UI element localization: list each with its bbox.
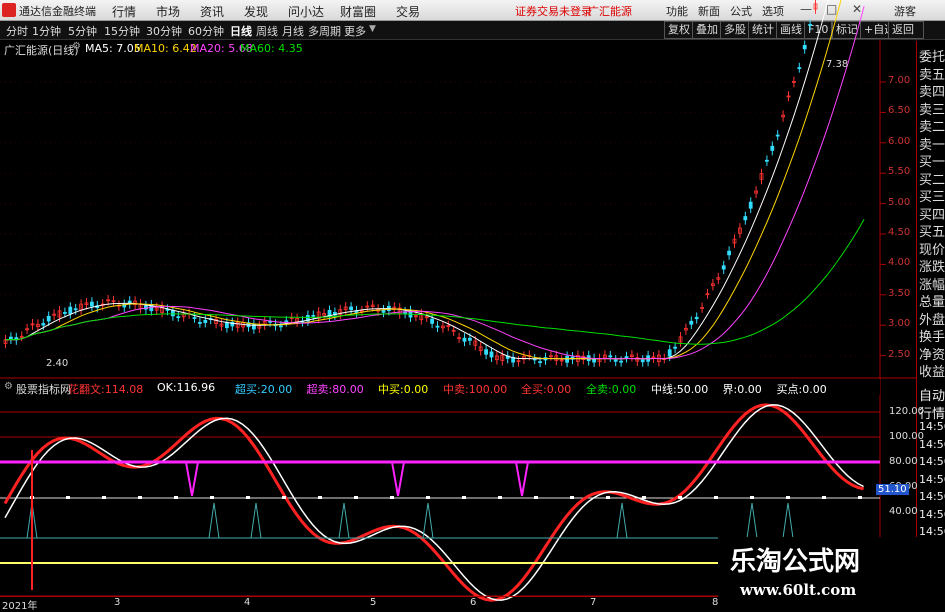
date-label: 3 <box>114 597 121 608</box>
indicator-number: 50.00 <box>676 383 709 396</box>
price-tick: 4.50 <box>888 227 911 238</box>
low-label: 2.40 <box>46 358 69 369</box>
indicator-label: 界: <box>722 383 738 396</box>
indicator-value: 界:0.00 <box>723 381 762 397</box>
settings-icon[interactable]: ⚙ <box>4 381 13 392</box>
indicator-header: ⚙ 股票指标网 花翻文:114.08 OK:116.96 超买:20.00 超卖:80… <box>0 379 880 397</box>
price-tick: 5.50 <box>888 166 911 178</box>
indicator-value: 全买:0.00 <box>521 381 571 397</box>
price-tick: 3.00 <box>888 318 911 330</box>
indicator-value: 花翻文:114.08 <box>68 381 143 397</box>
side-btn2[interactable]: 14:56 <box>919 508 945 521</box>
indicator-value: 超卖:80.00 <box>307 381 364 397</box>
date-label: 7 <box>590 597 597 608</box>
side-btn2[interactable]: 14:56 <box>919 490 945 503</box>
date-label: 2021年 <box>2 601 38 612</box>
indicator-label: 中买: <box>378 383 404 396</box>
indicator-number: 0.00 <box>546 383 572 396</box>
indicator-number: 20.00 <box>260 383 293 396</box>
side-btn[interactable]: 买四 <box>919 204 945 223</box>
indicator-value: 中买:0.00 <box>378 381 428 397</box>
price-tick: 2.50 <box>888 348 911 360</box>
indicator-value: 中卖:100.00 <box>443 381 507 397</box>
date-label: 4 <box>244 597 251 608</box>
side-btn[interactable]: 买一 <box>919 151 945 170</box>
indicator-value: OK:116.96 <box>157 381 215 394</box>
indicator-number: 0.00 <box>611 383 637 396</box>
price-tick: 3.50 <box>888 287 911 299</box>
indicator-number: 116.96 <box>176 381 216 394</box>
side-btn[interactable]: 委托 <box>919 46 945 65</box>
indicator-name: 股票指标网 <box>16 383 71 396</box>
indicator-number: 114.08 <box>104 383 144 396</box>
side-btn[interactable]: 卖三 <box>919 99 945 118</box>
indicator-label: 中卖: <box>443 383 469 396</box>
watermark-url: www.60lt.com <box>740 581 857 599</box>
indicator-number: 0.00 <box>737 383 762 396</box>
indicator-value: 全卖:0.00 <box>586 381 636 397</box>
price-tick: 6.00 <box>888 135 911 147</box>
indicator-label: 买点: <box>776 383 803 396</box>
side-btn[interactable]: 卖四 <box>919 81 945 100</box>
date-label: 6 <box>470 597 477 608</box>
indicator-label: 超卖: <box>306 383 333 396</box>
side-btn[interactable]: 买二 <box>919 169 945 188</box>
side-btn[interactable]: 卖二 <box>919 116 945 135</box>
indicator-label: 超买: <box>235 383 261 396</box>
side-btn[interactable]: 换手 <box>919 326 945 345</box>
side-btn2[interactable]: 自动 <box>919 385 945 404</box>
watermark: 乐淘公式网 www.60lt.com <box>718 537 945 609</box>
side-btn[interactable]: 涨跌 <box>919 256 945 275</box>
indicator-value: 超买:20.00 <box>235 381 292 397</box>
price-tick: 5.00 <box>888 196 911 208</box>
indicator-label: OK: <box>157 381 177 394</box>
indicator-value: 买点:0.00 <box>777 381 827 397</box>
side-btn[interactable]: 买三 <box>919 186 945 205</box>
side-btn[interactable]: 总量 <box>919 291 945 310</box>
side-btn2[interactable]: 14:56 <box>919 455 945 468</box>
side-btn[interactable]: 买五 <box>919 221 945 240</box>
side-btn[interactable]: 外盘 <box>919 309 945 328</box>
indicator-tick: 40.00 <box>889 506 918 517</box>
price-tick: 7.00 <box>888 75 911 86</box>
side-btn2[interactable]: 14:56 <box>919 473 945 486</box>
indicator-label: 全买: <box>521 383 547 396</box>
side-btn[interactable]: 净资 <box>919 344 945 363</box>
price-tick: 6.50 <box>888 105 911 117</box>
side-btn[interactable]: 涨幅 <box>919 274 945 293</box>
indicator-label: 中线: <box>651 383 677 396</box>
indicator-tick: 100.00 <box>889 431 924 442</box>
side-btn[interactable]: 现价 <box>919 239 945 258</box>
chart-canvas <box>0 0 916 602</box>
indicator-tick: 80.00 <box>889 456 918 467</box>
price-tick: 4.00 <box>888 257 911 269</box>
side-btn[interactable]: 卖一 <box>919 134 945 153</box>
side-btn[interactable]: 卖五 <box>919 64 945 83</box>
date-label: 5 <box>370 597 377 608</box>
watermark-title: 乐淘公式网 <box>730 547 861 577</box>
indicator-number: 0.00 <box>802 383 827 396</box>
indicator-number: 0.00 <box>403 383 429 396</box>
indicator-value: 中线:50.00 <box>651 381 708 397</box>
current-value-badge: 51.10 <box>876 484 909 495</box>
indicator-tick: 120.00 <box>889 406 924 417</box>
indicator-number: 80.00 <box>332 383 364 396</box>
side-btn[interactable]: 收益 <box>919 361 945 380</box>
grid <box>0 40 916 597</box>
high-label: 7.38 <box>826 59 849 70</box>
indicator-label: 全卖: <box>586 383 612 396</box>
indicator-number: 100.00 <box>468 383 508 396</box>
indicator-label: 花翻文: <box>68 383 105 396</box>
